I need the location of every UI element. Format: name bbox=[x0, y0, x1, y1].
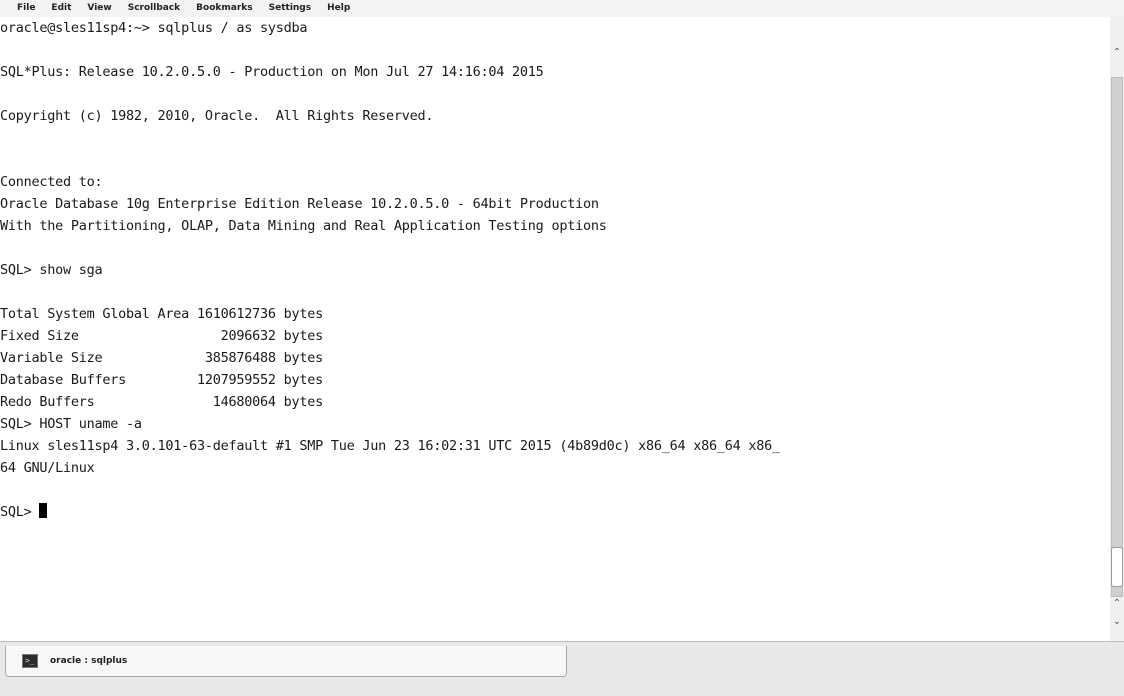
menu-scrollback[interactable]: Scrollback bbox=[120, 0, 188, 17]
terminal-line: Redo Buffers 14680064 bytes bbox=[0, 394, 323, 410]
scroll-thumb[interactable] bbox=[1111, 547, 1123, 587]
menu-file[interactable]: File bbox=[0, 0, 43, 17]
terminal-line: oracle@sles11sp4:~> sqlplus / as sysdba bbox=[0, 20, 308, 36]
terminal-line: Copyright (c) 1982, 2010, Oracle. All Ri… bbox=[0, 108, 434, 124]
terminal-scrollbar[interactable]: ⌃ ⌃ ⌄ bbox=[1110, 17, 1124, 641]
terminal-line: SQL> show sga bbox=[0, 262, 103, 278]
terminal-line: Fixed Size 2096632 bytes bbox=[0, 328, 323, 344]
terminal-line: Database Buffers 1207959552 bytes bbox=[0, 372, 323, 388]
terminal-line: Linux sles11sp4 3.0.101-63-default #1 SM… bbox=[0, 438, 780, 454]
menu-edit[interactable]: Edit bbox=[43, 0, 79, 17]
prompt-line[interactable]: SQL> bbox=[0, 501, 780, 523]
menu-settings[interactable]: Settings bbox=[261, 0, 319, 17]
scroll-up-button-icon[interactable]: ⌃ bbox=[1110, 597, 1124, 611]
scroll-down-button-icon[interactable]: ⌄ bbox=[1110, 615, 1124, 629]
sql-prompt: SQL> bbox=[0, 504, 40, 520]
terminal-line: 64 GNU/Linux bbox=[0, 460, 95, 476]
terminal-icon-glyph: >_ bbox=[25, 656, 35, 665]
tab-oracle-sqlplus[interactable]: >_ oracle : sqlplus bbox=[5, 646, 567, 677]
terminal-line: With the Partitioning, OLAP, Data Mining… bbox=[0, 218, 607, 234]
text-cursor bbox=[39, 503, 48, 518]
menu-bar: File Edit View Scrollback Bookmarks Sett… bbox=[0, 0, 1124, 17]
terminal-line: Variable Size 385876488 bytes bbox=[0, 350, 323, 366]
menu-view[interactable]: View bbox=[79, 0, 119, 17]
scroll-up-arrow-icon[interactable]: ⌃ bbox=[1110, 45, 1124, 61]
terminal-line: Connected to: bbox=[0, 174, 103, 190]
terminal-output[interactable]: oracle@sles11sp4:~> sqlplus / as sysdba S… bbox=[0, 17, 1110, 641]
terminal-line: SQL*Plus: Release 10.2.0.5.0 - Productio… bbox=[0, 64, 544, 80]
terminal-line: SQL> HOST uname -a bbox=[0, 416, 142, 432]
menu-bookmarks[interactable]: Bookmarks bbox=[188, 0, 260, 17]
terminal-lines: oracle@sles11sp4:~> sqlplus / as sysdba S… bbox=[0, 17, 780, 523]
scroll-track[interactable] bbox=[1111, 77, 1123, 597]
terminal-icon: >_ bbox=[22, 654, 38, 668]
menu-help[interactable]: Help bbox=[319, 0, 358, 17]
terminal-line: Oracle Database 10g Enterprise Edition R… bbox=[0, 196, 599, 212]
tab-label: oracle : sqlplus bbox=[50, 656, 128, 666]
terminal-line: Total System Global Area 1610612736 byte… bbox=[0, 306, 323, 322]
tab-bar: >_ oracle : sqlplus bbox=[0, 641, 1124, 696]
